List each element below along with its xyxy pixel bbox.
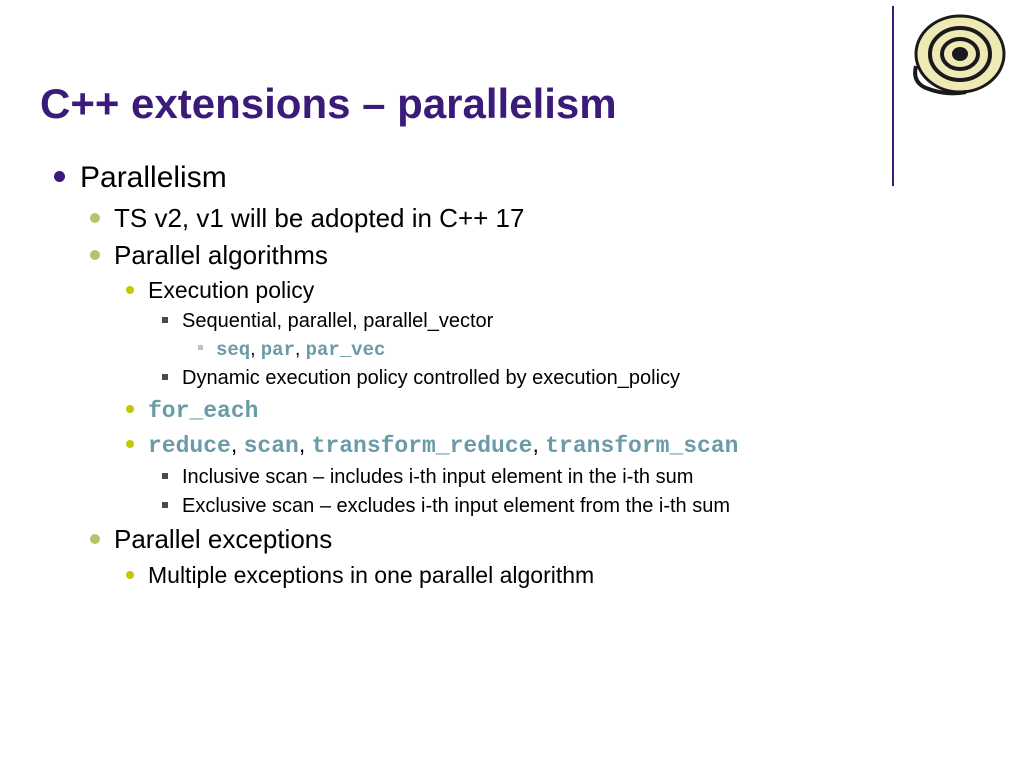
bullet-text: Parallel algorithms — [114, 240, 328, 270]
bullet-l3: reduce, scan, transform_reduce, transfor… — [114, 429, 984, 520]
bullet-l1: Parallelism TS v2, v1 will be adopted in… — [50, 158, 984, 591]
bullet-text: Multiple exceptions in one parallel algo… — [148, 562, 594, 588]
bullet-l4: Exclusive scan – excludes i-th input ele… — [148, 493, 984, 520]
slide-content: Parallelism TS v2, v1 will be adopted in… — [40, 158, 984, 591]
bullet-text: TS v2, v1 will be adopted in C++ 17 — [114, 203, 524, 233]
code-text: scan — [244, 433, 299, 459]
sep: , — [250, 339, 261, 360]
bullet-l4: Sequential, parallel, parallel_vector se… — [148, 308, 984, 364]
sep: , — [295, 339, 306, 360]
code-text: transform_reduce — [312, 433, 533, 459]
code-text: for_each — [148, 398, 258, 424]
bullet-l4: Dynamic execution policy controlled by e… — [148, 365, 984, 392]
sep: , — [532, 431, 545, 457]
sep: , — [299, 431, 312, 457]
bullet-text: Execution policy — [148, 277, 314, 303]
bullet-l3: Execution policy Sequential, parallel, p… — [114, 275, 984, 393]
bullet-l2: Parallel exceptions Multiple exceptions … — [80, 522, 984, 590]
bullet-text: Dynamic execution policy controlled by e… — [182, 367, 680, 389]
bullet-l2: TS v2, v1 will be adopted in C++ 17 — [80, 201, 984, 236]
code-text: reduce — [148, 433, 231, 459]
code-text: transform_scan — [545, 433, 738, 459]
bullet-l3: for_each — [114, 394, 984, 427]
bullet-text: Sequential, parallel, parallel_vector — [182, 310, 493, 332]
bullet-text: Inclusive scan – includes i-th input ele… — [182, 466, 693, 488]
code-text: seq — [216, 339, 250, 361]
bullet-text: Parallelism — [80, 161, 227, 194]
bullet-l5: seq, par, par_vec — [182, 337, 984, 364]
code-text: par_vec — [306, 339, 386, 361]
sep: , — [231, 431, 244, 457]
bullet-l2: Parallel algorithms Execution policy Seq… — [80, 238, 984, 521]
bullet-l4: Inclusive scan – includes i-th input ele… — [148, 464, 984, 491]
bullet-text: Exclusive scan – excludes i-th input ele… — [182, 495, 730, 517]
slide: C++ extensions – parallelism Parallelism… — [0, 0, 1024, 635]
bullet-l3: Multiple exceptions in one parallel algo… — [114, 560, 984, 591]
bullet-text: Parallel exceptions — [114, 524, 332, 554]
code-text: par — [261, 339, 295, 361]
slide-title: C++ extensions – parallelism — [40, 80, 984, 128]
